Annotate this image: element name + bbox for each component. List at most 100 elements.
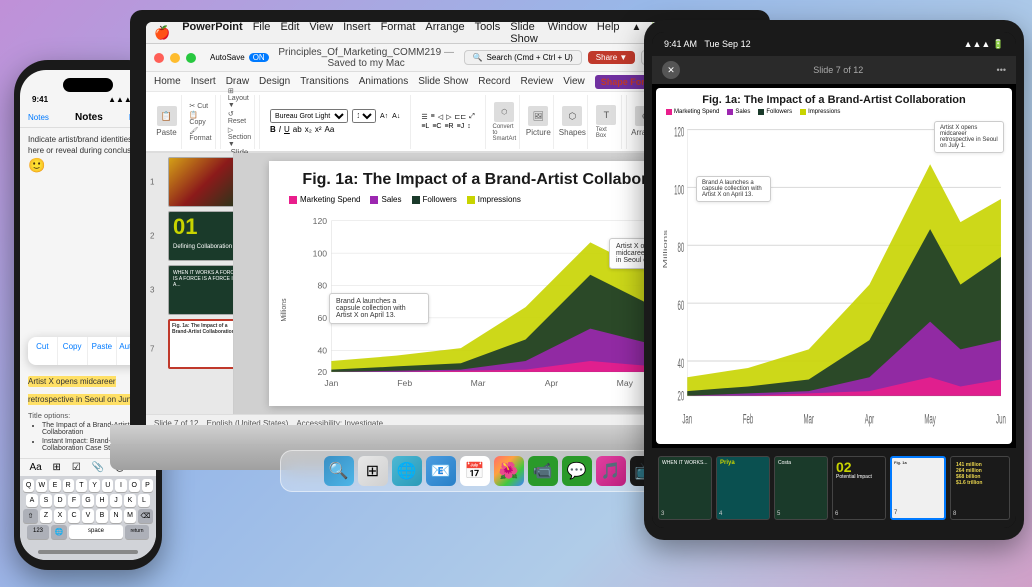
font-family-select[interactable]: Bureau Grot Light bbox=[270, 109, 348, 123]
key-h[interactable]: H bbox=[96, 494, 108, 507]
key-space[interactable]: space bbox=[69, 525, 123, 539]
menu-slideshow[interactable]: Slide Show bbox=[510, 22, 538, 45]
menu-view[interactable]: View bbox=[309, 22, 333, 45]
tab-review[interactable]: Review bbox=[520, 76, 553, 87]
char-spacing-button[interactable]: Aa bbox=[324, 125, 334, 134]
key-n[interactable]: N bbox=[110, 509, 122, 523]
key-m[interactable]: M bbox=[124, 509, 136, 523]
key-shift[interactable]: ⇧ bbox=[23, 509, 38, 523]
dock-mail[interactable]: 📧 bbox=[426, 456, 456, 486]
tab-record[interactable]: Record bbox=[478, 76, 510, 87]
line-spacing-button[interactable]: ↕ bbox=[467, 123, 471, 130]
minimize-button[interactable] bbox=[170, 53, 180, 63]
underline-button[interactable]: U bbox=[284, 125, 290, 134]
text-box-icon[interactable]: T bbox=[596, 105, 616, 125]
dock-messages[interactable]: 💬 bbox=[562, 456, 592, 486]
strikethrough-button[interactable]: ab bbox=[293, 125, 302, 134]
key-t[interactable]: T bbox=[76, 479, 87, 492]
section-button[interactable]: ▷ Section ▼ bbox=[228, 126, 251, 148]
key-delete[interactable]: ⌫ bbox=[138, 509, 153, 523]
dock-finder[interactable]: 🔍 bbox=[324, 456, 354, 486]
dock-safari[interactable]: 🌐 bbox=[392, 456, 422, 486]
apple-menu[interactable]: 🍎 bbox=[154, 25, 170, 41]
columns-button[interactable]: ⊏⊏ bbox=[455, 113, 467, 121]
format-painter-button[interactable]: 🖌 Format bbox=[189, 127, 211, 142]
key-r[interactable]: R bbox=[63, 479, 74, 492]
table-icon[interactable]: ⊞ bbox=[53, 462, 61, 473]
list-item[interactable]: 3 WHEN IT WORKS A FORCE IS A FORCE IS A … bbox=[168, 265, 229, 315]
menu-file[interactable]: File bbox=[253, 22, 271, 45]
tab-draw[interactable]: Draw bbox=[226, 76, 249, 87]
tab-transitions[interactable]: Transitions bbox=[300, 76, 349, 87]
align-left-button[interactable]: ≡L bbox=[421, 123, 429, 130]
key-x[interactable]: X bbox=[54, 509, 66, 523]
ipad-thumb-3[interactable]: WHEN IT WORKS... 3 bbox=[658, 456, 712, 520]
maximize-button[interactable] bbox=[186, 53, 196, 63]
key-123[interactable]: 123 bbox=[27, 525, 49, 539]
share-button[interactable]: Share ▼ bbox=[588, 51, 636, 64]
text-direction-button[interactable]: ⤢ bbox=[469, 113, 475, 121]
picture-icon[interactable]: 🖼 bbox=[528, 106, 548, 126]
ipad-thumb-5[interactable]: Costa 5 bbox=[774, 456, 828, 520]
key-z[interactable]: Z bbox=[40, 509, 52, 523]
attachment-icon[interactable]: 📎 bbox=[92, 462, 104, 473]
slide-thumb-2[interactable]: 01 Defining Collaboration bbox=[168, 211, 234, 261]
bullets-button[interactable]: ☰ bbox=[421, 113, 427, 121]
key-s[interactable]: S bbox=[40, 494, 52, 507]
ipad-thumb-4[interactable]: Priya 4 bbox=[716, 456, 770, 520]
tab-animations[interactable]: Animations bbox=[359, 76, 408, 87]
subscript-button[interactable]: x₂ bbox=[305, 125, 312, 134]
menu-format[interactable]: Format bbox=[381, 22, 416, 45]
numbering-button[interactable]: ≡ bbox=[431, 113, 435, 121]
menu-edit[interactable]: Edit bbox=[280, 22, 299, 45]
copy-ribbon-button[interactable]: 📋 Copy bbox=[189, 111, 211, 126]
copy-button[interactable]: Copy bbox=[58, 337, 88, 365]
superscript-button[interactable]: x² bbox=[315, 125, 322, 134]
key-d[interactable]: D bbox=[54, 494, 66, 507]
key-j[interactable]: J bbox=[110, 494, 122, 507]
format-icon[interactable]: Aa bbox=[29, 462, 41, 473]
tab-slideshow[interactable]: Slide Show bbox=[418, 76, 468, 87]
key-y[interactable]: Y bbox=[89, 479, 100, 492]
tab-design[interactable]: Design bbox=[259, 76, 290, 87]
tab-view[interactable]: View bbox=[563, 76, 585, 87]
dock-music[interactable]: 🎵 bbox=[596, 456, 626, 486]
paste-icon[interactable]: 📋 bbox=[157, 106, 177, 126]
italic-button[interactable]: I bbox=[279, 125, 281, 134]
layout-button[interactable]: ⊞ Layout ▼ bbox=[228, 87, 251, 109]
key-q[interactable]: Q bbox=[23, 479, 34, 492]
justify-button[interactable]: ≡J bbox=[457, 123, 465, 130]
key-g[interactable]: G bbox=[82, 494, 94, 507]
font-grow-button[interactable]: A↑ bbox=[380, 113, 388, 120]
tab-home[interactable]: Home bbox=[154, 76, 181, 87]
list-item[interactable]: 2 01 Defining Collaboration bbox=[168, 211, 229, 261]
dock-photos[interactable]: 🌺 bbox=[494, 456, 524, 486]
close-button[interactable] bbox=[154, 53, 164, 63]
dock-facetime[interactable]: 📹 bbox=[528, 456, 558, 486]
ipad-thumb-6[interactable]: 02 Potential Impact 6 bbox=[832, 456, 886, 520]
menu-tools[interactable]: Tools bbox=[475, 22, 501, 45]
tab-insert[interactable]: Insert bbox=[191, 76, 216, 87]
ipad-thumb-8[interactable]: 141 million264 million$68 billion$1.6 tr… bbox=[950, 456, 1010, 520]
cut-button[interactable]: Cut bbox=[28, 337, 58, 365]
menu-arrange[interactable]: Arrange bbox=[425, 22, 464, 45]
cut-ribbon-button[interactable]: ✂ Cut bbox=[189, 102, 211, 110]
paste-button[interactable]: Paste bbox=[88, 337, 118, 365]
slide-thumb-3[interactable]: WHEN IT WORKS A FORCE IS A FORCE IS A FO… bbox=[168, 265, 234, 315]
indent-dec-button[interactable]: ◁ bbox=[438, 113, 443, 121]
key-e[interactable]: E bbox=[49, 479, 60, 492]
key-f[interactable]: F bbox=[68, 494, 80, 507]
key-u[interactable]: U bbox=[102, 479, 113, 492]
slide-thumb-7[interactable]: Fig. 1a: The Impact of a Brand-Artist Co… bbox=[168, 319, 234, 369]
dock-calendar[interactable]: 📅 bbox=[460, 456, 490, 486]
key-w[interactable]: W bbox=[36, 479, 47, 492]
convert-to-smartart-icon[interactable]: ⬡ bbox=[494, 102, 514, 122]
indent-inc-button[interactable]: ▷ bbox=[446, 113, 451, 121]
slide-thumb-1[interactable] bbox=[168, 157, 234, 207]
menu-insert[interactable]: Insert bbox=[343, 22, 371, 45]
key-c[interactable]: C bbox=[68, 509, 80, 523]
key-emoji[interactable]: 🌐 bbox=[51, 525, 67, 539]
reset-button[interactable]: ↺ Reset bbox=[228, 110, 251, 125]
notes-back-button[interactable]: Notes bbox=[28, 113, 49, 122]
ipad-thumb-7[interactable]: Fig. 1a 7 bbox=[890, 456, 946, 520]
